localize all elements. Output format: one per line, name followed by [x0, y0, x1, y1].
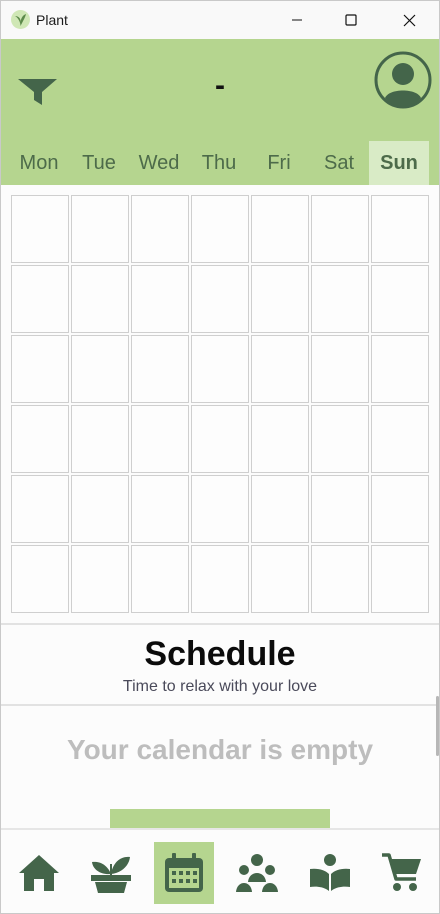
calendar-cell[interactable] — [131, 335, 189, 403]
calendar-cell[interactable] — [371, 335, 429, 403]
calendar-cell[interactable] — [191, 195, 249, 263]
empty-calendar-message: Your calendar is empty — [66, 734, 374, 765]
calendar-cell[interactable] — [191, 545, 249, 613]
account-circle-icon — [374, 51, 432, 109]
shopping-cart-icon — [382, 853, 421, 891]
close-button[interactable] — [386, 1, 432, 39]
maximize-icon — [345, 14, 357, 26]
tab-fri[interactable]: Fri — [249, 141, 309, 185]
calendar-cell[interactable] — [371, 195, 429, 263]
group-icon — [236, 854, 278, 892]
calendar-cell[interactable] — [251, 475, 309, 543]
weekday-tabs: Mon Tue Wed Thu Fri Sat Sun — [9, 141, 431, 185]
calendar-cell[interactable] — [11, 545, 69, 613]
potted-plant-icon — [91, 856, 131, 893]
calendar-cell[interactable] — [11, 405, 69, 473]
calendar-cell[interactable] — [311, 335, 369, 403]
calendar-grid — [11, 195, 430, 613]
calendar-cell[interactable] — [71, 545, 129, 613]
calendar-icon — [165, 853, 203, 892]
window-title: Plant — [36, 12, 68, 28]
calendar-cell[interactable] — [251, 195, 309, 263]
calendar-cell[interactable] — [191, 405, 249, 473]
calendar-cell[interactable] — [131, 195, 189, 263]
tab-tue[interactable]: Tue — [69, 141, 129, 185]
minimize-button[interactable] — [274, 1, 320, 39]
calendar-cell[interactable] — [11, 265, 69, 333]
minimize-icon — [292, 19, 302, 21]
calendar-cell[interactable] — [71, 475, 129, 543]
calendar-cell[interactable] — [191, 335, 249, 403]
calendar-cell[interactable] — [371, 405, 429, 473]
home-icon — [19, 855, 59, 891]
tab-sun[interactable]: Sun — [369, 141, 429, 185]
nav-community[interactable] — [227, 842, 287, 904]
profile-button[interactable] — [374, 51, 432, 109]
calendar-cell[interactable] — [131, 265, 189, 333]
schedule-subtitle: Time to relax with your love — [122, 678, 318, 695]
calendar-cell[interactable] — [131, 405, 189, 473]
calendar-cell[interactable] — [311, 265, 369, 333]
tab-thu[interactable]: Thu — [189, 141, 249, 185]
nav-calendar[interactable] — [154, 842, 214, 904]
calendar-cell[interactable] — [191, 475, 249, 543]
nav-guides[interactable] — [300, 842, 360, 904]
calendar-cell[interactable] — [251, 545, 309, 613]
calendar-cell[interactable] — [251, 265, 309, 333]
maximize-button[interactable] — [328, 1, 374, 39]
calendar-cell[interactable] — [11, 195, 69, 263]
schedule-title: Schedule — [144, 635, 296, 673]
calendar-cell[interactable] — [311, 405, 369, 473]
app-header: - Mon Tue Wed Thu Fri Sat Sun — [1, 39, 439, 185]
divider — [1, 704, 439, 706]
calendar-cell[interactable] — [371, 545, 429, 613]
title-bar[interactable]: Plant — [1, 1, 439, 39]
nav-plants[interactable] — [81, 842, 141, 904]
calendar-cell[interactable] — [11, 475, 69, 543]
calendar-cell[interactable] — [71, 405, 129, 473]
open-book-icon — [310, 854, 350, 891]
calendar-cell[interactable] — [251, 405, 309, 473]
calendar-cell[interactable] — [311, 195, 369, 263]
calendar-cell[interactable] — [71, 195, 129, 263]
calendar-cell[interactable] — [311, 545, 369, 613]
close-icon — [403, 14, 415, 26]
calendar-cell[interactable] — [191, 265, 249, 333]
divider — [1, 623, 439, 625]
calendar-cell[interactable] — [11, 335, 69, 403]
app-window: Plant - Mon Tue Wed Thu Fri Sat Sun Sche… — [0, 0, 440, 914]
nav-shop[interactable] — [372, 842, 432, 904]
tab-sat[interactable]: Sat — [309, 141, 369, 185]
calendar-cell[interactable] — [131, 475, 189, 543]
calendar-cell[interactable] — [71, 265, 129, 333]
tab-wed[interactable]: Wed — [129, 141, 189, 185]
calendar-cell[interactable] — [371, 265, 429, 333]
scrollbar[interactable] — [436, 696, 439, 756]
calendar-cell[interactable] — [311, 475, 369, 543]
plant-logo-icon — [11, 10, 30, 29]
calendar-cell[interactable] — [371, 475, 429, 543]
nav-home[interactable] — [9, 842, 69, 904]
calendar-cell[interactable] — [251, 335, 309, 403]
bottom-navigation — [1, 828, 439, 913]
calendar-cell[interactable] — [131, 545, 189, 613]
tab-mon[interactable]: Mon — [9, 141, 69, 185]
calendar-cell[interactable] — [71, 335, 129, 403]
